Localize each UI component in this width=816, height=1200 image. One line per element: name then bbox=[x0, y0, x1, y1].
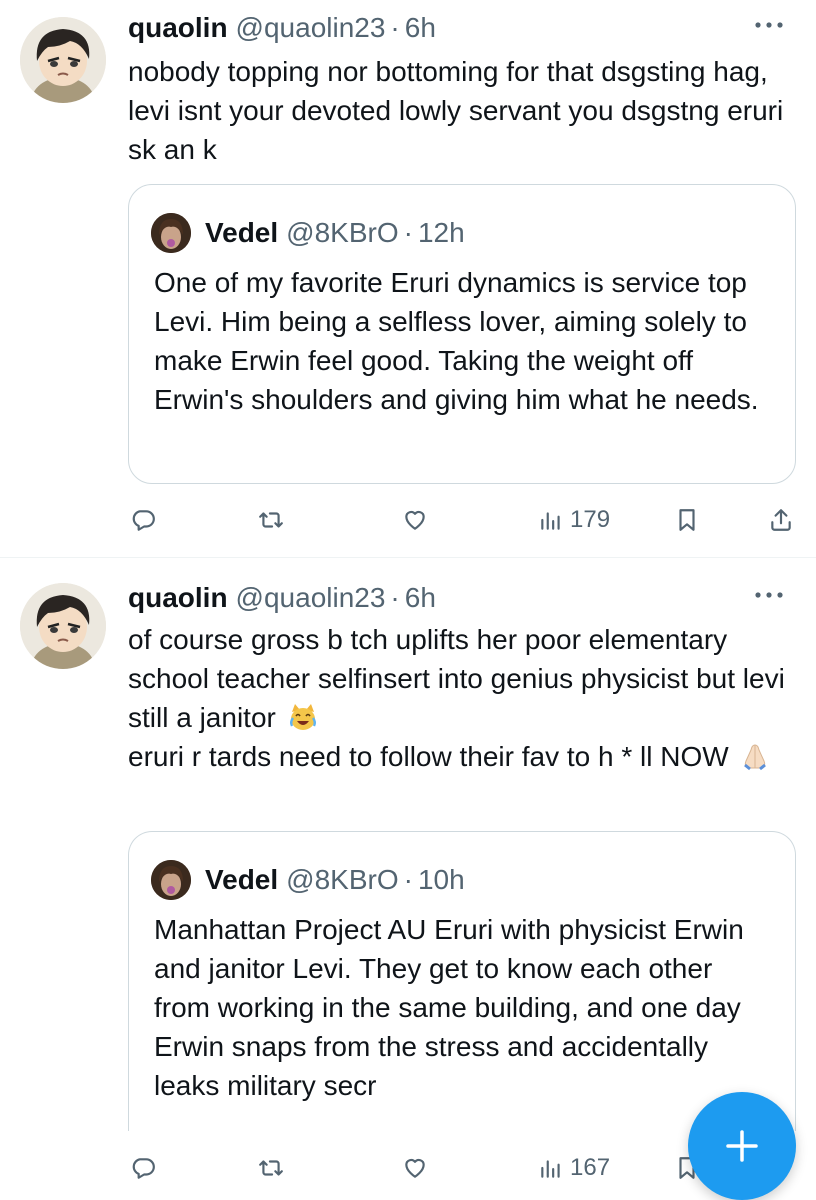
views-button[interactable]: 167 bbox=[538, 1146, 610, 1190]
views-icon bbox=[541, 1160, 560, 1178]
views-button[interactable]: 179 bbox=[538, 498, 610, 542]
tweet-time[interactable]: 6h bbox=[405, 582, 436, 614]
avatar bbox=[151, 860, 191, 900]
tweet-time[interactable]: 6h bbox=[405, 12, 436, 44]
separator-dot: · bbox=[390, 582, 400, 613]
reply-button[interactable] bbox=[130, 1146, 156, 1190]
views-icon bbox=[541, 512, 560, 530]
avatar bbox=[151, 213, 191, 253]
quoted-author-name: Vedel bbox=[205, 864, 279, 895]
more-icon[interactable] bbox=[752, 10, 786, 40]
retweet-button[interactable] bbox=[258, 1146, 284, 1190]
quoted-tweet-text: Manhattan Project AU Eruri with physicis… bbox=[154, 914, 744, 1101]
author-name[interactable]: quaolin bbox=[128, 12, 228, 44]
reply-button[interactable] bbox=[130, 498, 156, 542]
quoted-tweet-time: 10h bbox=[417, 864, 465, 895]
author-handle[interactable]: @quaolin23 bbox=[236, 582, 386, 614]
avatar[interactable] bbox=[20, 583, 106, 669]
separator-dot: · bbox=[403, 217, 413, 248]
reply-icon bbox=[132, 510, 155, 531]
tweet-text: of course gross b tch uplifts her poor e… bbox=[128, 620, 796, 776]
like-button[interactable] bbox=[402, 1146, 428, 1190]
action-bar: 179 bbox=[128, 498, 796, 542]
quoted-tweet[interactable]: Vedel @8KBrO · 12h One of my favorite Er… bbox=[128, 184, 796, 484]
like-button[interactable] bbox=[402, 498, 428, 542]
tweet-text: nobody topping nor bottoming for that ds… bbox=[128, 56, 784, 165]
share-icon bbox=[771, 509, 791, 531]
laughing-crying-cat-emoji-icon bbox=[289, 704, 316, 730]
quoted-author-name: Vedel bbox=[205, 217, 279, 248]
tweet-text-part: of course gross b tch uplifts her poor e… bbox=[128, 624, 785, 733]
more-icon[interactable] bbox=[752, 580, 786, 610]
heart-icon bbox=[405, 510, 425, 530]
views-count: 179 bbox=[570, 506, 611, 533]
compose-button[interactable] bbox=[688, 1092, 796, 1200]
tweet[interactable]: quaolin @quaolin23 · 6h nobody topping n… bbox=[0, 0, 816, 557]
bookmark-icon bbox=[679, 509, 695, 531]
quoted-tweet-text: One of my favorite Eruri dynamics is ser… bbox=[154, 267, 759, 415]
retweet-button[interactable] bbox=[258, 498, 284, 542]
author-name[interactable]: quaolin bbox=[128, 582, 228, 614]
tweet-text-part: eruri r tards need to follow their fav t… bbox=[128, 741, 729, 772]
quoted-tweet[interactable]: Vedel @8KBrO · 10h Manhattan Project AU … bbox=[128, 831, 796, 1131]
quoted-tweet-time: 12h bbox=[417, 217, 465, 248]
separator-dot: · bbox=[403, 864, 413, 895]
separator-dot: · bbox=[390, 12, 400, 43]
quoted-author-handle: @8KBrO bbox=[286, 217, 399, 248]
heart-icon bbox=[405, 1158, 425, 1178]
folded-hands-emoji-icon bbox=[744, 744, 767, 771]
reply-icon bbox=[132, 1158, 155, 1179]
retweet-icon bbox=[259, 1160, 283, 1176]
author-handle[interactable]: @quaolin23 bbox=[236, 12, 386, 44]
quoted-tweet-header: Vedel @8KBrO · 12h bbox=[151, 213, 465, 253]
share-button[interactable] bbox=[768, 498, 794, 542]
quoted-author-handle: @8KBrO bbox=[286, 864, 399, 895]
plus-icon bbox=[726, 1130, 758, 1162]
tweet-header: quaolin @quaolin23 · 6h bbox=[128, 578, 786, 618]
tweet-header: quaolin @quaolin23 · 6h bbox=[128, 8, 786, 48]
avatar[interactable] bbox=[20, 17, 106, 103]
views-count: 167 bbox=[570, 1154, 611, 1181]
tweet[interactable]: quaolin @quaolin23 · 6h of course gross … bbox=[0, 557, 816, 1200]
quoted-tweet-header: Vedel @8KBrO · 10h bbox=[151, 860, 465, 900]
bookmark-button[interactable] bbox=[674, 498, 700, 542]
retweet-icon bbox=[259, 512, 283, 528]
